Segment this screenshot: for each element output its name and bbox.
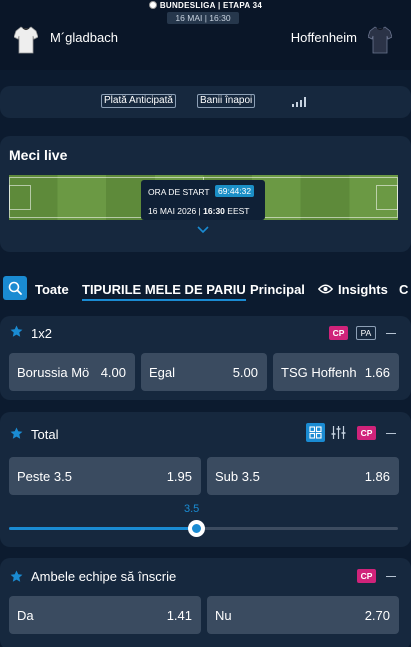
outcome-odd: 1.41 xyxy=(166,608,192,623)
outcome-odd: 5.00 xyxy=(232,365,258,380)
odd-button-under[interactable]: Sub 3.5 1.86 xyxy=(207,457,399,495)
away-team-name: Hoffenheim xyxy=(290,30,357,45)
match-date-time: 16 MAI | 16:30 xyxy=(167,12,239,24)
tab-more[interactable]: C xyxy=(399,282,408,297)
outcome-name: Egal xyxy=(149,365,176,380)
odd-button-no[interactable]: Nu 2.70 xyxy=(207,596,399,634)
home-team-name: M´gladbach xyxy=(50,30,118,45)
match-header: BUNDESLIGA | ETAPA 34 16 MAI | 16:30 M´g… xyxy=(0,0,411,70)
grid-view-button[interactable] xyxy=(306,423,325,442)
kickoff-info: ORA DE START 69:44:32 16 MAI 2026 | 16:3… xyxy=(141,180,265,220)
outcome-name: Peste 3.5 xyxy=(17,469,72,484)
chevron-down-icon[interactable] xyxy=(197,226,209,234)
outcome-name: Borussia Mö xyxy=(17,365,90,380)
league-round: BUNDESLIGA | ETAPA 34 xyxy=(0,1,411,10)
line-slider-fill xyxy=(9,527,196,530)
kickoff-timezone: EEST xyxy=(227,206,250,216)
tab-my-bet-types[interactable]: TIPURILE MELE DE PARIU xyxy=(82,282,246,301)
market-tabs: Toate TIPURILE MELE DE PARIU Principal I… xyxy=(0,272,411,306)
outcome-odd: 1.66 xyxy=(364,365,390,380)
collapse-icon[interactable] xyxy=(386,576,396,577)
pa-badge: PA xyxy=(356,326,376,340)
start-time-label: ORA DE START xyxy=(148,187,210,197)
outcome-name: Sub 3.5 xyxy=(215,469,260,484)
sliders-icon[interactable] xyxy=(331,425,346,440)
outcome-odd: 2.70 xyxy=(364,608,390,623)
early-payout-badge[interactable]: Plată Anticipată xyxy=(101,94,176,108)
tab-insights[interactable]: Insights xyxy=(338,282,388,297)
league-separator: | xyxy=(217,1,221,10)
star-icon[interactable] xyxy=(10,427,23,440)
round-label: ETAPA 34 xyxy=(223,1,263,10)
outcome-odd: 1.86 xyxy=(364,469,390,484)
eye-icon xyxy=(318,284,333,294)
live-title: Meci live xyxy=(9,147,68,163)
market-title: 1x2 xyxy=(31,326,52,341)
kickoff-date: 16 MAI 2026 | xyxy=(148,206,201,216)
market-title: Total xyxy=(31,427,59,442)
star-icon[interactable] xyxy=(10,325,23,338)
outcome-name: Nu xyxy=(215,608,232,623)
cp-badge: CP xyxy=(329,326,348,340)
collapse-icon[interactable] xyxy=(386,333,396,334)
away-shirt-icon xyxy=(368,26,392,54)
kickoff-time: 16:30 xyxy=(203,206,225,216)
money-back-badge[interactable]: Banii înapoi xyxy=(197,94,256,108)
search-button[interactable] xyxy=(3,276,27,300)
odd-button-yes[interactable]: Da 1.41 xyxy=(9,596,201,634)
outcome-name: TSG Hoffenh xyxy=(281,365,357,380)
kickoff-datetime: 16 MAI 2026 | 16:30 EEST xyxy=(148,206,249,216)
slider-value: 3.5 xyxy=(184,503,200,515)
cp-badge: CP xyxy=(357,426,376,440)
odd-button-away[interactable]: TSG Hoffenh 1.66 xyxy=(273,353,399,391)
star-icon[interactable] xyxy=(10,570,23,583)
bar-chart-icon[interactable] xyxy=(292,97,306,107)
market-both-teams-score: Ambele echipe să înscrie CP Da 1.41 Nu 2… xyxy=(0,558,411,647)
odd-button-draw[interactable]: Egal 5.00 xyxy=(141,353,267,391)
bet-options-bar: Plată Anticipată Banii înapoi xyxy=(0,86,411,118)
football-icon xyxy=(148,1,157,9)
outcome-name: Da xyxy=(17,608,34,623)
tab-all[interactable]: Toate xyxy=(35,282,69,297)
countdown-timer: 69:44:32 xyxy=(215,185,255,197)
tab-main[interactable]: Principal xyxy=(250,282,305,297)
line-slider-handle[interactable] xyxy=(187,520,205,537)
market-1x2: 1x2 CP PA Borussia Mö 4.00 Egal 5.00 TSG… xyxy=(0,316,411,400)
market-title: Ambele echipe să înscrie xyxy=(31,569,177,584)
collapse-icon[interactable] xyxy=(386,433,396,434)
league-name: BUNDESLIGA xyxy=(159,1,216,10)
home-shirt-icon xyxy=(14,26,38,54)
odd-button-over[interactable]: Peste 3.5 1.95 xyxy=(9,457,201,495)
outcome-odd: 1.95 xyxy=(166,469,192,484)
outcome-odd: 4.00 xyxy=(100,365,126,380)
odd-button-home[interactable]: Borussia Mö 4.00 xyxy=(9,353,135,391)
search-icon xyxy=(8,281,22,295)
cp-badge: CP xyxy=(357,569,376,583)
grid-icon xyxy=(309,426,322,439)
